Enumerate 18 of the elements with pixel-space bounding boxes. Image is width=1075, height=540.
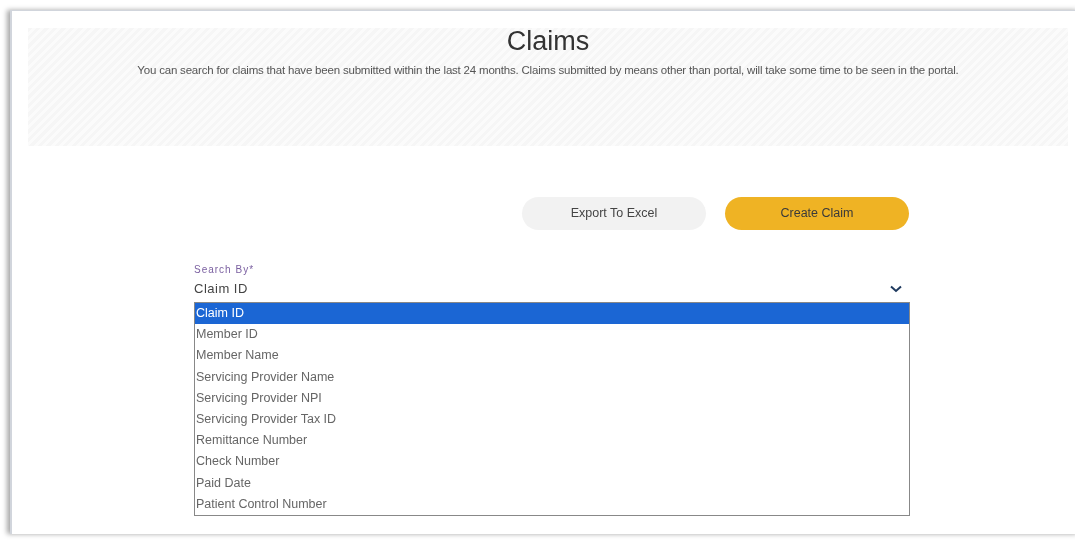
dropdown-option[interactable]: Claim ID	[195, 303, 909, 325]
export-button[interactable]: Export To Excel	[522, 197, 706, 230]
dropdown-option[interactable]: Paid Date	[195, 472, 909, 494]
chevron-down-icon	[890, 285, 902, 293]
dropdown-option[interactable]: Check Number	[195, 451, 909, 473]
dropdown-option[interactable]: Member Name	[195, 345, 909, 367]
dropdown-option[interactable]: Servicing Provider Tax ID	[195, 408, 909, 431]
dropdown-option[interactable]: Servicing Provider NPI	[195, 387, 909, 409]
search-by-select[interactable]: Claim ID	[194, 277, 910, 301]
create-button[interactable]: Create Claim	[725, 197, 909, 230]
dropdown-option[interactable]: Servicing Provider Name	[195, 366, 909, 388]
field-label: Search By*	[194, 263, 256, 277]
description-text: You can search for claims that have been submitted within the last 24 months. Claims submitted by means other than portal, will take some time to be seen in the portal.	[137, 63, 959, 78]
selected-value: Claim ID	[194, 280, 248, 299]
page-title: Claims	[506, 26, 590, 56]
dropdown-option[interactable]: Remittance Number	[195, 430, 909, 452]
dropdown-option[interactable]: Patient Control Number	[195, 493, 909, 515]
dropdown-option[interactable]: Member ID	[195, 324, 909, 346]
